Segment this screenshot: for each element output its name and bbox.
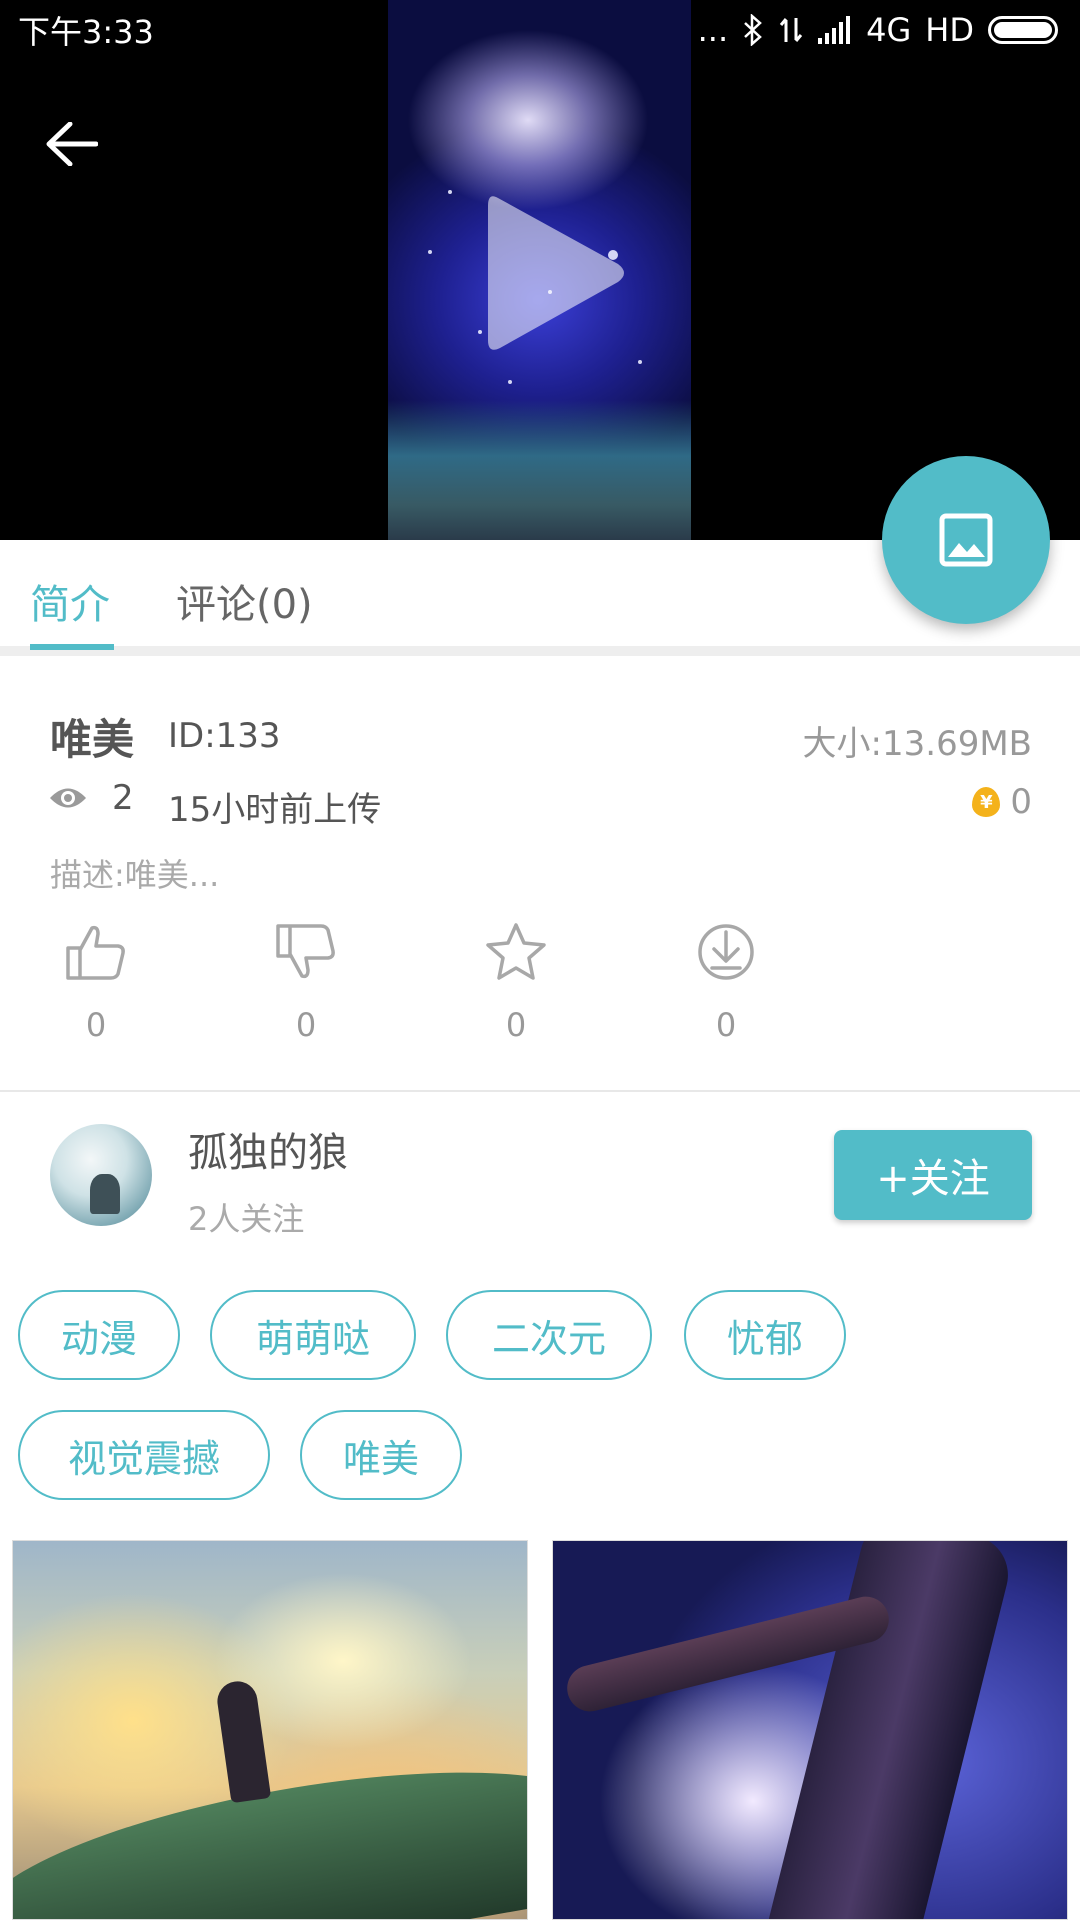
data-transfer-icon	[779, 18, 803, 42]
author-section: 孤独的狼 2人关注 +关注	[0, 1094, 1080, 1274]
status-time: 下午3:33	[18, 13, 154, 51]
status-dots: ...	[697, 11, 729, 49]
video-player[interactable]	[0, 0, 1080, 540]
wallpaper-title: 唯美	[50, 715, 135, 764]
status-bar: 下午3:33 ... 4G HD	[0, 0, 1080, 60]
coin-count-value: 0	[1010, 782, 1032, 822]
tab-indicator	[30, 644, 114, 650]
tag-item[interactable]: 视觉震撼	[18, 1410, 270, 1500]
hd-indicator: HD	[925, 11, 974, 49]
dislike-button[interactable]: 0	[251, 922, 361, 1044]
coin-count: ¥ 0	[972, 782, 1032, 822]
status-indicators: ... 4G HD	[698, 11, 1058, 49]
tag-item[interactable]: 动漫	[18, 1290, 180, 1380]
tag-item[interactable]: 二次元	[446, 1290, 652, 1380]
author-avatar[interactable]	[50, 1124, 152, 1226]
battery-icon	[988, 16, 1058, 44]
author-followers: 2人关注	[188, 1200, 305, 1238]
back-arrow-icon	[46, 122, 98, 166]
download-button[interactable]: 0	[671, 922, 781, 1044]
tag-item[interactable]: 唯美	[300, 1410, 462, 1500]
author-name[interactable]: 孤独的狼	[188, 1120, 348, 1178]
coin-icon: ¥	[972, 787, 1001, 817]
network-type: 4G	[866, 11, 912, 49]
tab-comments[interactable]: 评论(0)	[176, 572, 313, 630]
download-icon	[698, 924, 754, 980]
image-icon	[939, 513, 993, 567]
play-icon[interactable]	[468, 178, 638, 368]
bluetooth-icon	[744, 14, 763, 46]
related-wallpaper-thumbnail[interactable]	[12, 1540, 528, 1920]
wallpaper-id: ID:133	[168, 716, 281, 756]
signal-icon	[818, 16, 851, 44]
follow-button[interactable]: +关注	[834, 1130, 1032, 1220]
tag-item[interactable]: 萌萌哒	[210, 1290, 416, 1380]
action-bar: 0 0 0 0	[0, 922, 1080, 1052]
favorite-button[interactable]: 0	[461, 922, 571, 1044]
description: 描述:唯美...	[50, 856, 220, 894]
like-button[interactable]: 0	[41, 922, 151, 1044]
view-count: 2	[48, 778, 134, 818]
wallpaper-info: 唯美 ID:133 大小:13.69MB 2 15小时前上传 ¥ 0 描述:唯美…	[0, 666, 1080, 1092]
related-wallpaper-thumbnail[interactable]	[552, 1540, 1068, 1920]
tag-item[interactable]: 忧郁	[684, 1290, 846, 1380]
eye-icon	[50, 788, 86, 808]
wallpaper-fab-button[interactable]	[882, 456, 1050, 624]
tab-intro[interactable]: 简介	[30, 572, 110, 630]
like-count: 0	[85, 1006, 107, 1044]
upload-time: 15小时前上传	[168, 790, 382, 830]
favorite-count: 0	[505, 1006, 527, 1044]
thumbs-down-icon	[276, 924, 335, 979]
thumbs-up-icon	[66, 925, 125, 980]
download-count: 0	[715, 1006, 737, 1044]
file-size: 大小:13.69MB	[802, 724, 1032, 764]
dislike-count: 0	[295, 1006, 317, 1044]
view-count-value: 2	[112, 778, 134, 818]
back-button[interactable]	[40, 112, 104, 176]
star-icon	[486, 923, 546, 980]
